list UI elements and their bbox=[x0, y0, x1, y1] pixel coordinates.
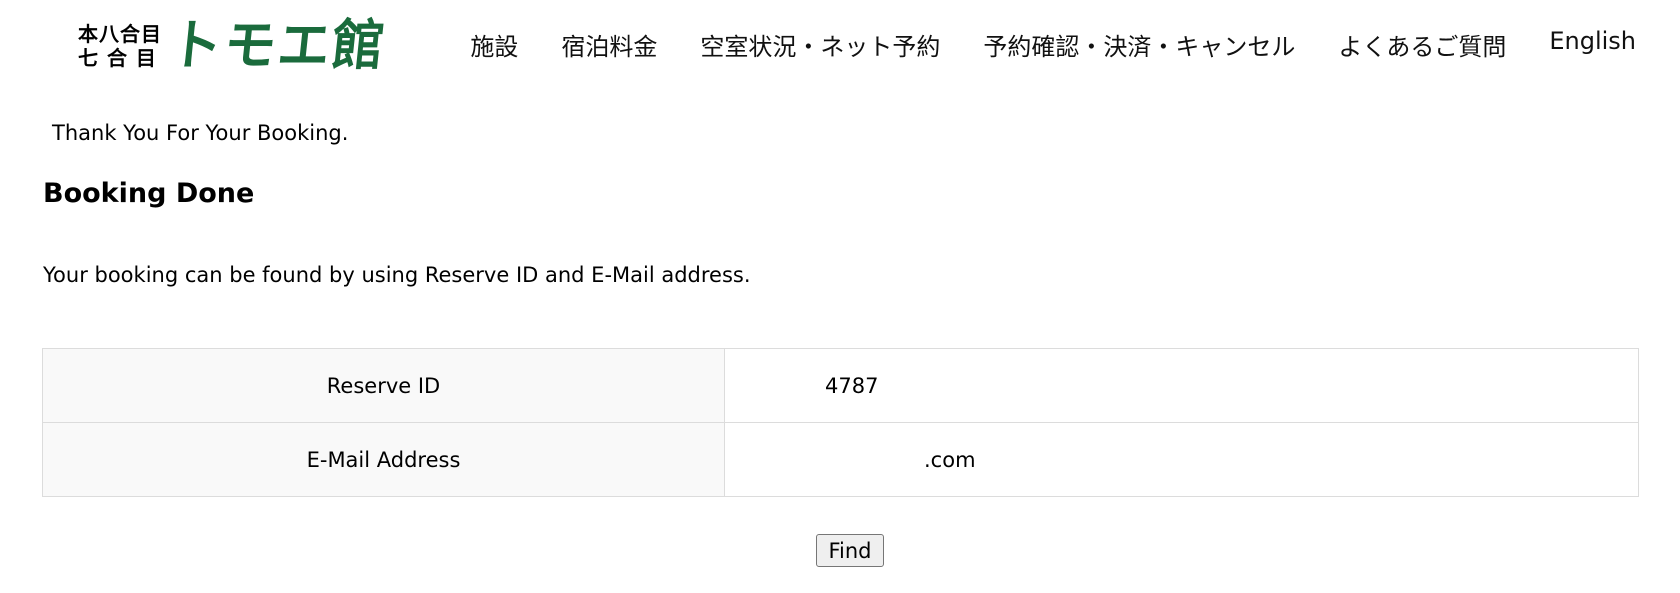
nav-item-rates[interactable]: 宿泊料金 bbox=[561, 27, 657, 62]
thanks-message: Thank You For Your Booking. bbox=[52, 121, 349, 145]
nav-item-faq[interactable]: よくあるご質問 bbox=[1338, 27, 1506, 62]
email-label: E-Mail Address bbox=[42, 422, 725, 497]
table-row: Reserve ID 4787 bbox=[42, 348, 1639, 423]
logo-subtitle: 本八合目 七 合 目 bbox=[78, 22, 162, 70]
email-cell: .com bbox=[724, 422, 1639, 497]
logo-subtitle-line1: 本八合目 bbox=[78, 22, 162, 46]
reserve-id-label: Reserve ID bbox=[42, 348, 725, 423]
nav-item-reservation-check[interactable]: 予約確認・決済・キャンセル bbox=[983, 27, 1295, 62]
find-button[interactable]: Find bbox=[816, 534, 884, 567]
nav-item-english[interactable]: English bbox=[1549, 27, 1636, 62]
site-logo[interactable]: 本八合目 七 合 目 トモエ館 bbox=[78, 13, 390, 78]
booking-description: Your booking can be found by using Reser… bbox=[43, 263, 751, 287]
reserve-id-value: 4787 bbox=[825, 373, 879, 398]
logo-subtitle-line2: 七 合 目 bbox=[78, 46, 157, 70]
site-header: 本八合目 七 合 目 トモエ館 施設 宿泊料金 空室状況・ネット予約 予約確認・… bbox=[0, 0, 1680, 90]
table-row: E-Mail Address .com bbox=[42, 422, 1639, 497]
booking-info-table: Reserve ID 4787 E-Mail Address .com bbox=[42, 348, 1639, 497]
reserve-id-cell: 4787 bbox=[724, 348, 1639, 423]
email-value: .com bbox=[924, 447, 976, 472]
nav-item-facilities[interactable]: 施設 bbox=[470, 27, 518, 62]
main-nav: 施設 宿泊料金 空室状況・ネット予約 予約確認・決済・キャンセル よくあるご質問… bbox=[470, 27, 1636, 62]
page-title: Booking Done bbox=[43, 178, 255, 209]
nav-item-availability[interactable]: 空室状況・ネット予約 bbox=[700, 27, 940, 62]
logo-name: トモエ館 bbox=[166, 13, 390, 78]
